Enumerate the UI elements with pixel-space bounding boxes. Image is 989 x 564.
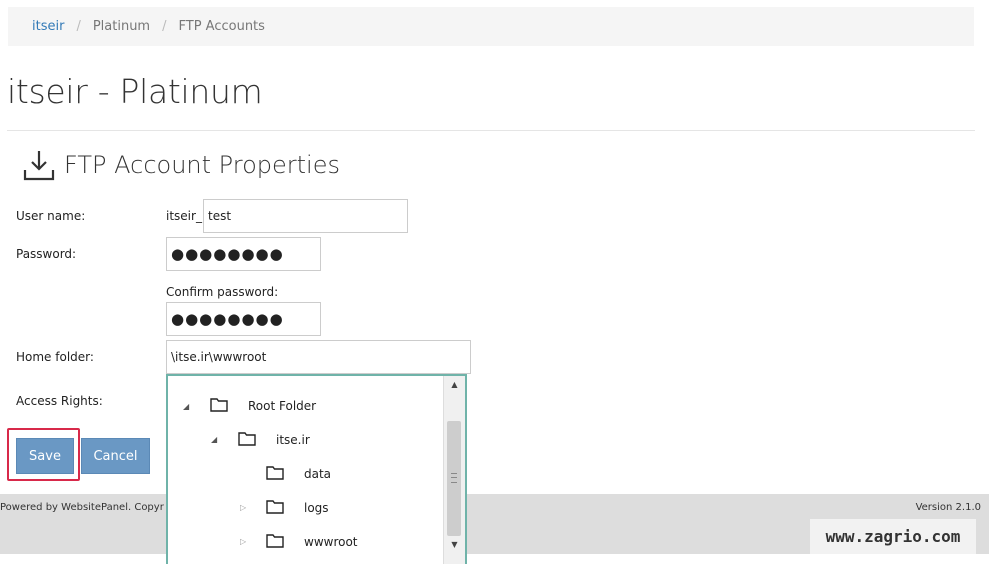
folder-icon <box>210 398 228 412</box>
username-input[interactable]: test <box>203 199 408 233</box>
username-prefix: itseir_ <box>166 209 202 223</box>
folder-icon <box>266 466 284 480</box>
download-icon <box>23 151 55 181</box>
grip-icon <box>451 473 457 483</box>
tree-node-data[interactable]: data <box>304 464 331 484</box>
confirm-password-label: Confirm password: <box>166 285 279 299</box>
folder-icon <box>238 432 256 446</box>
footer-version: Version 2.1.0 <box>915 502 981 513</box>
password-label: Password: <box>16 247 77 261</box>
username-label: User name: <box>16 209 86 223</box>
divider <box>7 130 975 131</box>
scroll-up-arrow-icon[interactable]: ▲ <box>444 376 465 393</box>
expand-arrow-icon[interactable]: ▷ <box>240 503 246 512</box>
breadcrumb: itseir / Platinum / FTP Accounts <box>8 7 974 46</box>
breadcrumb-item-platinum[interactable]: Platinum <box>93 19 150 34</box>
section-header: FTP Account Properties <box>22 148 340 182</box>
cancel-button[interactable]: Cancel <box>81 438 150 474</box>
home-folder-label: Home folder: <box>16 350 94 364</box>
folder-tree-dropdown[interactable]: ◢ Root Folder ◢ itse.ir data ▷ logs ▷ ww… <box>166 374 467 564</box>
tree-node-logs[interactable]: logs <box>304 498 329 518</box>
footer-powered-by: Powered by WebsitePanel. Copyr <box>0 502 164 513</box>
tree-node-itse-ir[interactable]: itse.ir <box>276 430 310 450</box>
folder-icon <box>266 500 284 514</box>
folder-icon <box>266 534 284 548</box>
tree-node-wwwroot[interactable]: wwwroot <box>304 532 358 552</box>
tree-node-root-folder[interactable]: Root Folder <box>248 396 316 416</box>
save-button[interactable]: Save <box>16 438 74 474</box>
access-rights-label: Access Rights: <box>16 394 103 408</box>
section-title: FTP Account Properties <box>64 151 340 179</box>
confirm-password-input[interactable]: ●●●●●●●● <box>166 302 321 336</box>
expand-arrow-icon[interactable]: ▷ <box>240 537 246 546</box>
breadcrumb-separator: / <box>162 19 167 34</box>
scroll-down-arrow-icon[interactable]: ▼ <box>444 536 465 553</box>
watermark: www.zagrio.com <box>810 519 976 554</box>
tree-scrollbar[interactable]: ▲ ▼ <box>443 376 465 564</box>
collapse-arrow-icon[interactable]: ◢ <box>211 435 217 444</box>
breadcrumb-item-ftp-accounts: FTP Accounts <box>178 19 265 34</box>
collapse-arrow-icon[interactable]: ◢ <box>183 402 189 411</box>
password-input[interactable]: ●●●●●●●● <box>166 237 321 271</box>
home-folder-input[interactable]: \itse.ir\wwwroot <box>166 340 471 374</box>
breadcrumb-separator: / <box>76 19 81 34</box>
page-title: itseir - Platinum <box>7 72 263 111</box>
breadcrumb-item-itseir[interactable]: itseir <box>32 19 64 34</box>
